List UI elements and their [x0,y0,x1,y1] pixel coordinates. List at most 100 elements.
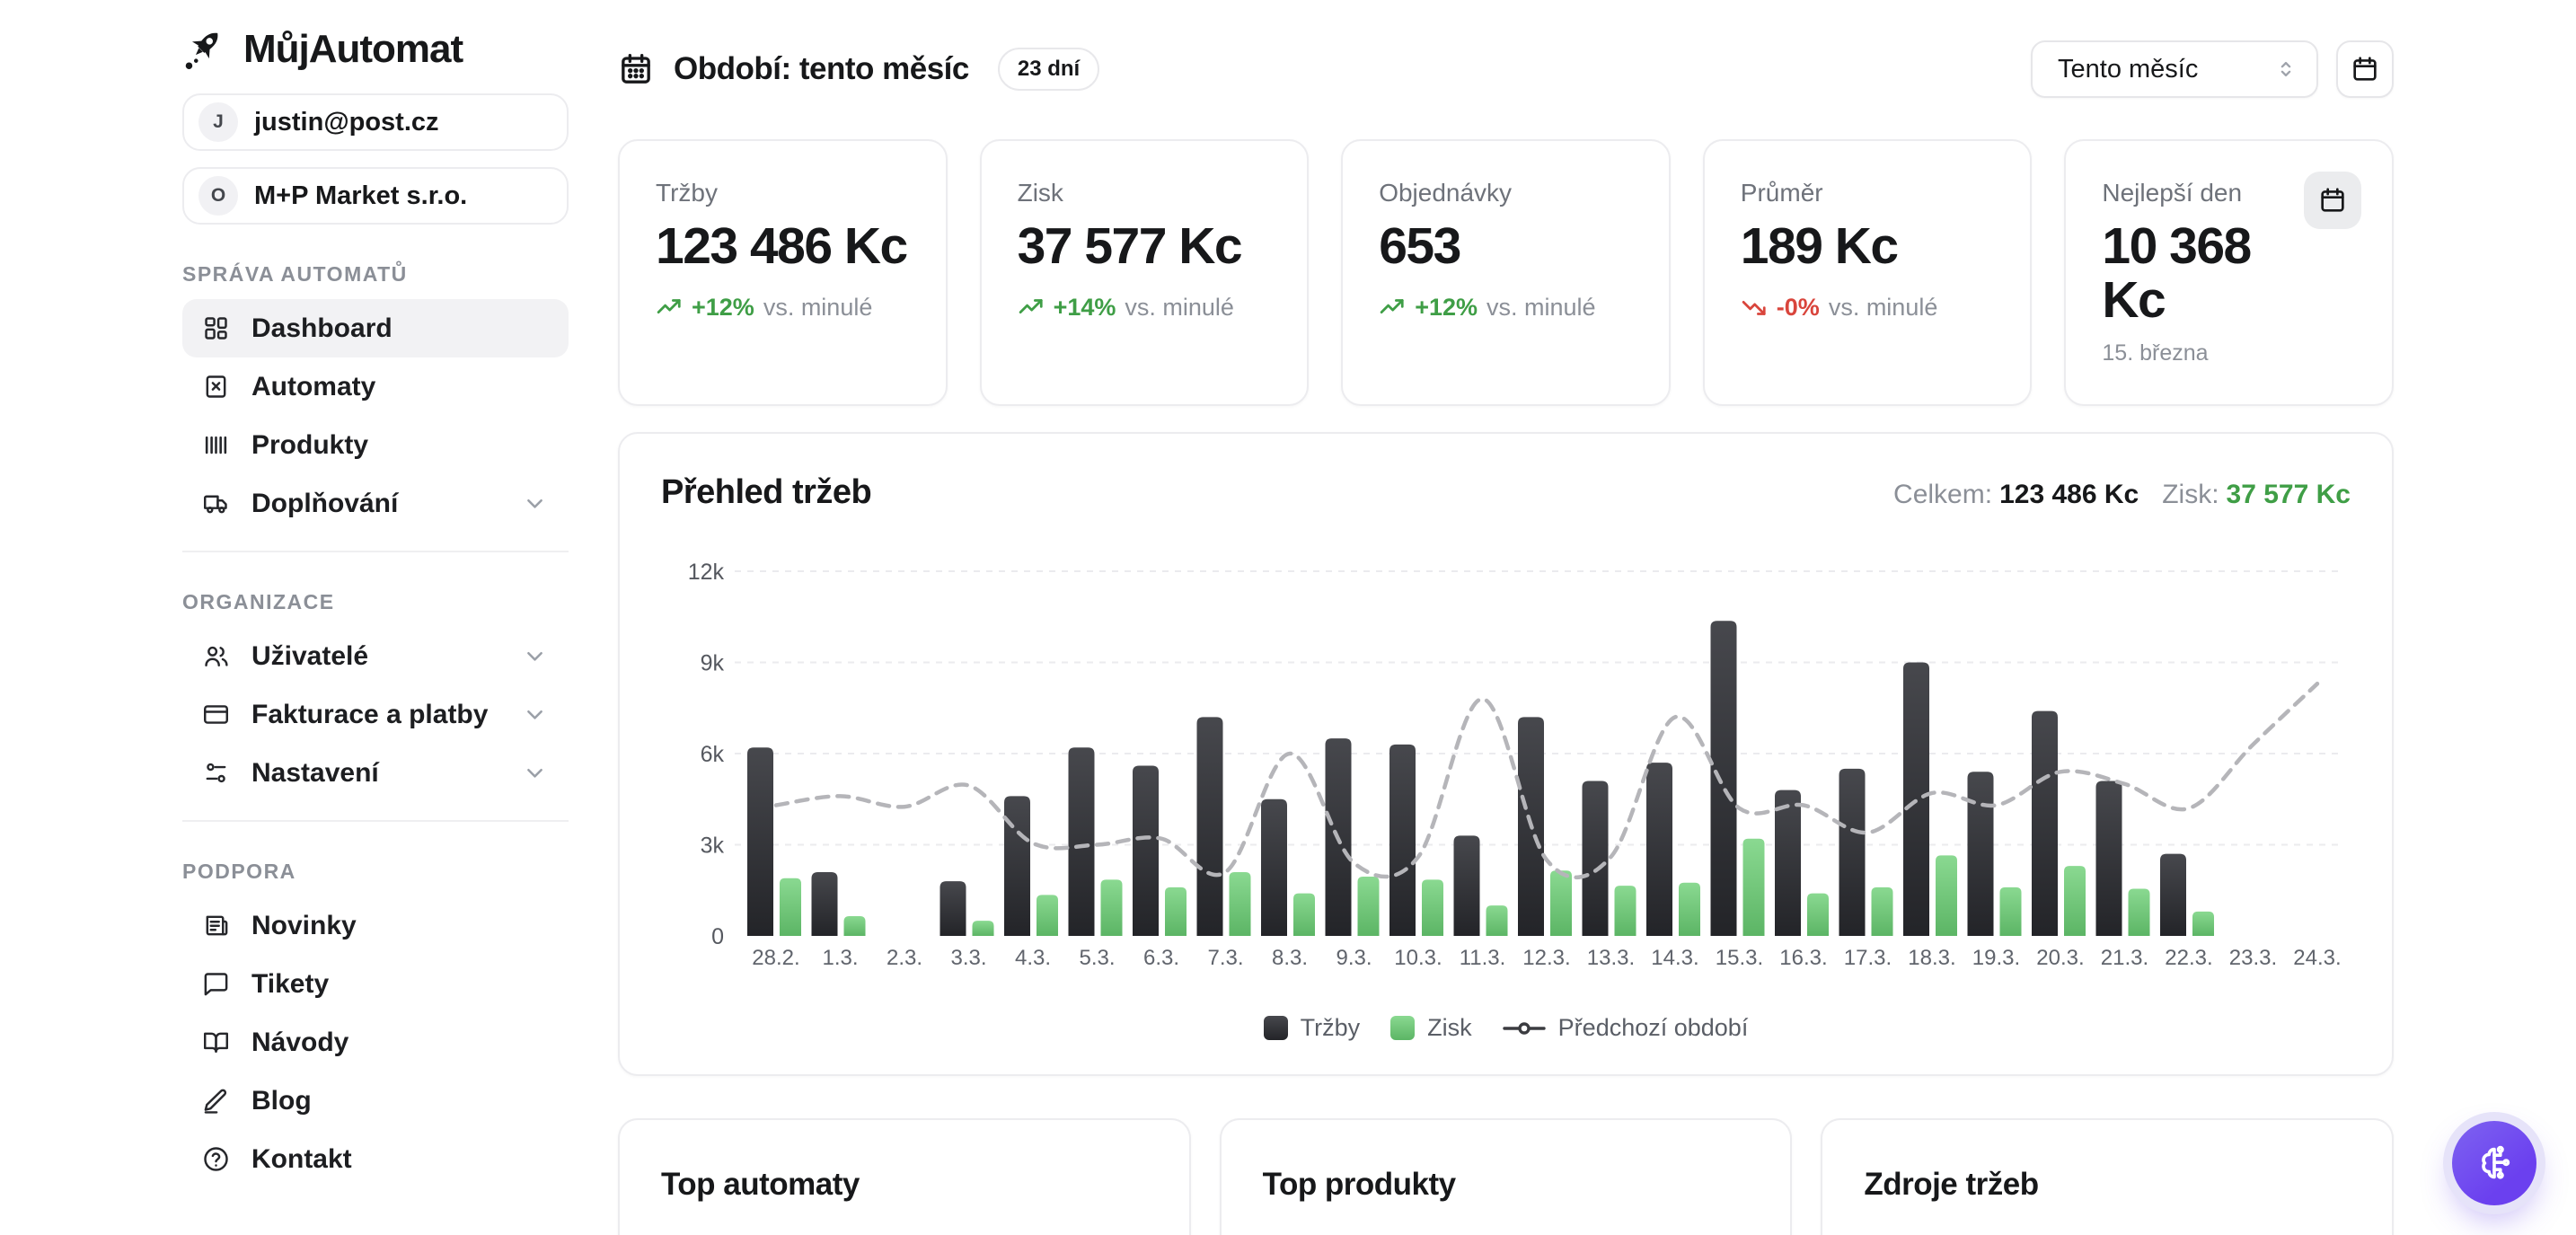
bar-trzby-21.3. [2096,781,2122,936]
bar-zisk-13.3. [1615,886,1636,936]
bar-zisk-16.3. [1807,894,1829,936]
bar-trzby-16.3. [1775,790,1801,936]
bar-zisk-22.3. [2192,912,2214,936]
sidebar-item-produkty[interactable]: Produkty [182,416,569,474]
user-account-card[interactable]: J justin@post.cz [182,93,569,151]
app-root: MůjAutomat J justin@post.cz O M+P Market… [0,0,2576,1235]
sidebar-item-novinky[interactable]: Novinky [182,896,569,955]
section-label-sprava-automatu: SPRÁVA AUTOMATŮ [182,262,569,287]
bar-zisk-5.3. [1101,879,1123,936]
stat-value: 653 [1379,220,1633,274]
sidebar-item-label: Dashboard [251,313,549,344]
sidebar-item-dashboard[interactable]: Dashboard [182,299,569,357]
sidebar-item-nastaveni[interactable]: Nastavení [182,744,569,802]
sidebar: MůjAutomat J justin@post.cz O M+P Market… [182,22,569,1188]
stat-value: 10 368 Kc [2102,220,2322,328]
sidebar-item-fakturace[interactable]: Fakturace a platby [182,685,569,744]
legend-label: Tržby [1301,1014,1361,1042]
chevron-down-icon [521,759,549,787]
x-axis-tick: 24.3. [2293,946,2341,970]
legend-item-zisk: Zisk [1390,1014,1472,1042]
bar-trzby-17.3. [1839,769,1866,936]
section-label-podpora: PODPORA [182,860,569,884]
sidebar-item-label: Produkty [251,430,549,461]
stat-card-nejlepsi-den: Nejlepší den 10 368 Kc 15. března [2064,139,2394,406]
org-avatar: O [198,176,238,216]
sidebar-divider [182,551,569,552]
bar-zisk-19.3. [2000,887,2022,936]
card-title: Top produkty [1263,1167,1750,1203]
bar-zisk-12.3. [1550,870,1572,936]
card-title: Top automaty [661,1167,1148,1203]
sidebar-item-tikety[interactable]: Tikety [182,955,569,1013]
stats-row: Tržby 123 486 Kc +12% vs. minulé Zisk 37… [618,139,2394,392]
sidebar-item-navody[interactable]: Návody [182,1013,569,1072]
y-axis-tick: 12k [688,560,725,585]
period-range-value: Tento měsíc [2058,55,2273,84]
line-marker-icon [1503,1021,1546,1036]
best-day-date: 15. března [2102,340,2356,366]
sidebar-item-doplnovani[interactable]: Doplňování [182,474,569,533]
user-avatar: J [198,102,238,142]
trending-down-icon [1741,294,1768,321]
sidebar-item-label: Nastavení [251,758,499,789]
revenue-chart-plot[interactable]: 03k6k9k12k28.2.1.3.2.3.3.3.4.3.5.3.6.3.7… [620,434,2395,1009]
stat-label: Zisk [1018,179,1272,207]
calendar-icon [2351,55,2379,84]
stat-card-trzby: Tržby 123 486 Kc +12% vs. minulé [618,139,948,406]
bar-trzby-7.3. [1197,717,1223,936]
x-axis-tick: 4.3. [1015,946,1051,970]
sidebar-item-uzivatele[interactable]: Uživatelé [182,627,569,685]
user-email: justin@post.cz [254,108,439,137]
legend-swatch-dark [1264,1016,1288,1040]
section-label-organizace: ORGANIZACE [182,590,569,614]
trend-suffix: vs. minulé [1125,294,1234,322]
days-badge: 23 dní [998,48,1099,91]
period-range-select[interactable]: Tento měsíc [2031,40,2318,98]
x-axis-tick: 21.3. [2101,946,2148,970]
sidebar-item-automaty[interactable]: Automaty [182,357,569,416]
x-axis-tick: 3.3. [950,946,986,970]
trend-percent: +12% [692,294,754,322]
credit-card-icon [202,701,230,728]
x-axis-tick: 12.3. [1522,946,1570,970]
calendar-icon [2318,186,2347,215]
bar-zisk-6.3. [1165,887,1187,936]
ai-assistant-fab[interactable] [2452,1121,2536,1205]
bar-zisk-7.3. [1230,872,1251,936]
sidebar-item-label: Blog [251,1086,549,1116]
trend-suffix: vs. minulé [763,294,873,322]
chevron-down-icon [521,701,549,728]
x-axis-tick: 5.3. [1079,946,1115,970]
organization-card[interactable]: O M+P Market s.r.o. [182,167,569,225]
bar-trzby-8.3. [1261,799,1287,936]
barcode-icon [202,431,230,459]
calendar-picker-button[interactable] [2336,40,2394,98]
zdroje-trzeb-card: Zdroje tržeb [1821,1118,2394,1235]
bar-trzby-1.3. [812,872,838,936]
sidebar-item-label: Návody [251,1028,549,1058]
sidebar-item-label: Uživatelé [251,641,499,672]
top-automaty-card: Top automaty [618,1118,1191,1235]
org-name: M+P Market s.r.o. [254,181,467,211]
bar-zisk-1.3. [844,916,866,936]
stat-label: Objednávky [1379,179,1633,207]
sidebar-item-blog[interactable]: Blog [182,1072,569,1130]
x-axis-tick: 20.3. [2036,946,2084,970]
stat-label: Průměr [1741,179,1995,207]
x-axis-tick: 7.3. [1207,946,1243,970]
bar-zisk-21.3. [2129,889,2150,936]
x-axis-tick: 1.3. [822,946,858,970]
bar-trzby-11.3. [1454,835,1480,936]
x-axis-tick: 16.3. [1779,946,1827,970]
stat-value: 123 486 Kc [656,220,910,274]
bar-zisk-4.3. [1037,895,1058,936]
stat-value: 37 577 Kc [1018,220,1272,274]
bar-zisk-17.3. [1872,887,1893,936]
sidebar-item-label: Tikety [251,969,549,1000]
brand-name: MůjAutomat [243,27,463,72]
bar-trzby-6.3. [1133,766,1159,936]
help-circle-icon [202,1145,230,1173]
truck-icon [202,490,230,517]
sidebar-item-kontakt[interactable]: Kontakt [182,1130,569,1188]
